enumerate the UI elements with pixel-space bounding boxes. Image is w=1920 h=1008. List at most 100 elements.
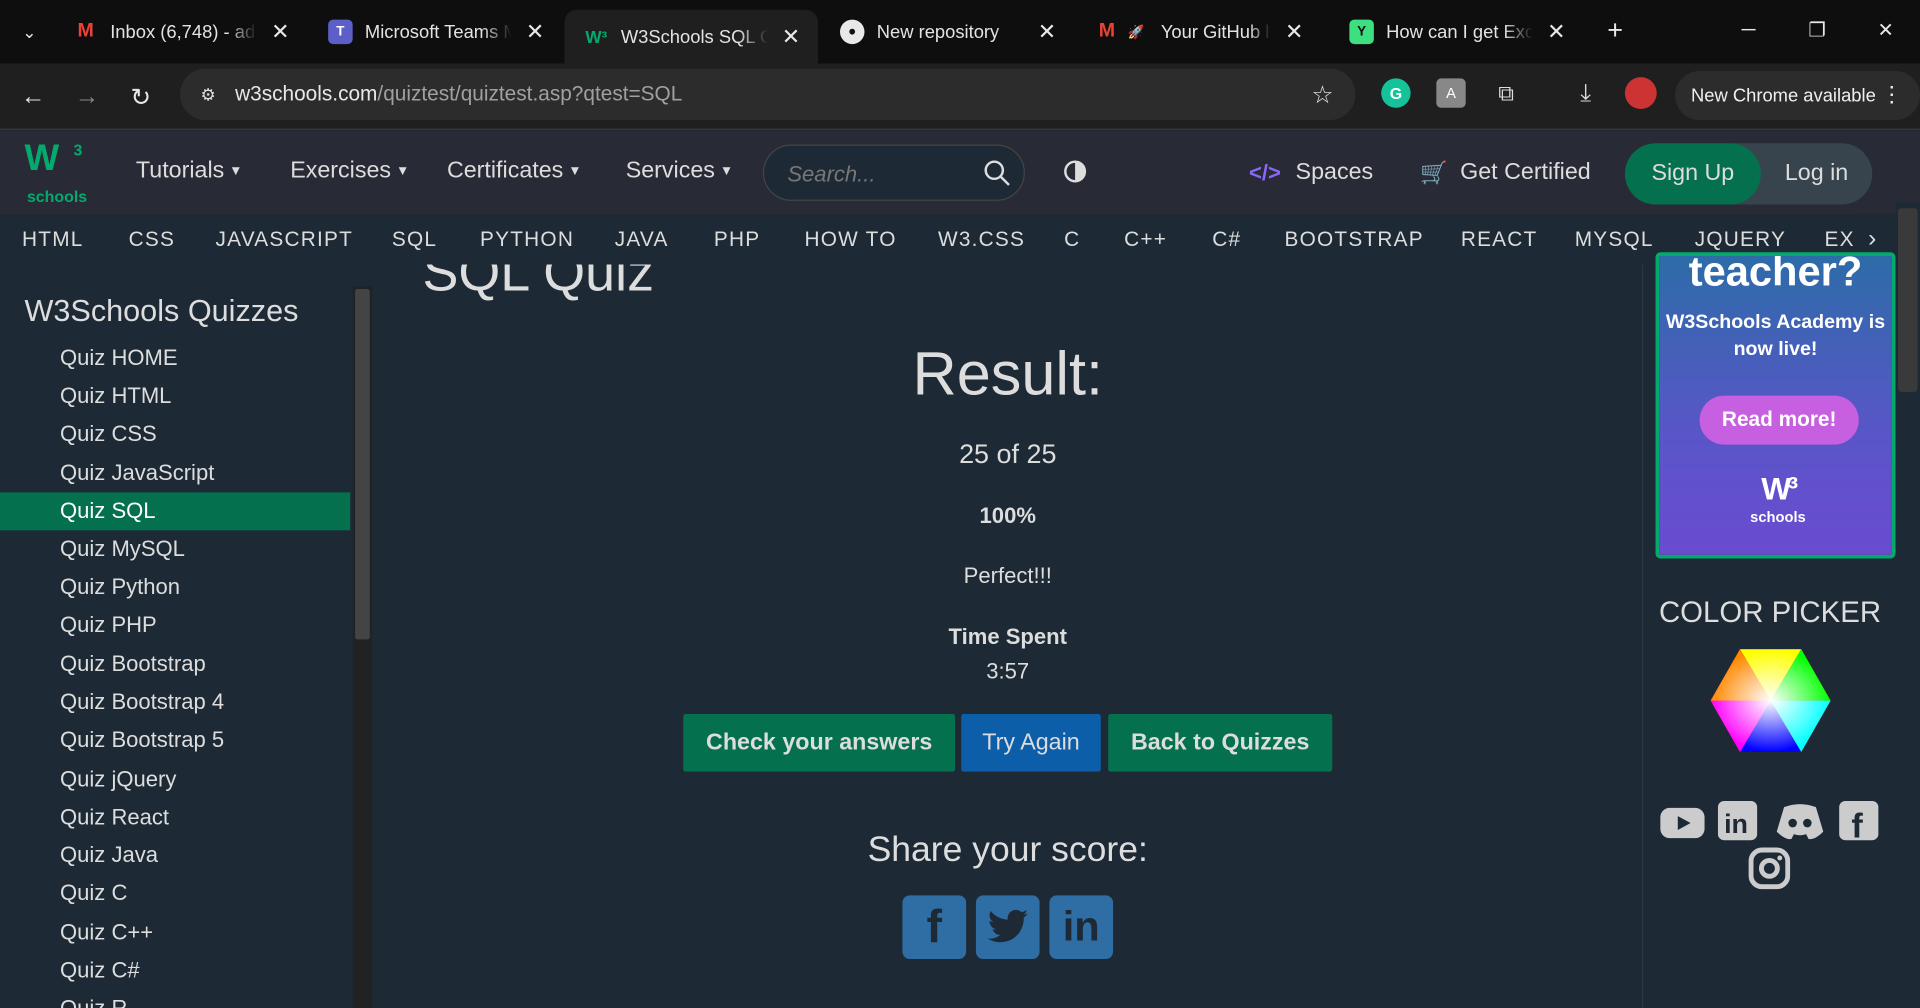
sidebar-item-quiz-javascript[interactable]: Quiz JavaScript xyxy=(0,454,350,492)
w3-logo-superscript: 3 xyxy=(73,140,83,160)
back-arrow-icon[interactable]: ← xyxy=(15,78,52,115)
subnav-w3css[interactable]: W3.CSS xyxy=(938,228,1025,252)
subnav-php[interactable]: PHP xyxy=(714,228,760,252)
subnav-more[interactable]: EX xyxy=(1824,228,1854,252)
tab-search-chevron-icon[interactable]: ⌄ xyxy=(12,15,46,49)
nav-services[interactable]: Services ▼ xyxy=(626,158,733,185)
sidebar-item-quiz-php[interactable]: Quiz PHP xyxy=(0,606,350,644)
browser-toolbar: ← → ↻ ⚙ w3schools.com/quiztest/quiztest.… xyxy=(0,63,1920,130)
subnav-c[interactable]: C xyxy=(1064,228,1080,252)
sidebar-item-quiz-r[interactable]: Quiz R xyxy=(0,990,350,1008)
linkedin-share-icon[interactable]: in xyxy=(1049,895,1114,960)
sign-up-button[interactable]: Sign Up xyxy=(1624,143,1761,205)
facebook-share-icon[interactable]: f xyxy=(902,895,967,960)
bookmark-star-icon[interactable]: ☆ xyxy=(1312,80,1334,111)
download-icon[interactable]: ⤓ xyxy=(1571,78,1600,107)
sidebar-item-quiz-home[interactable]: Quiz HOME xyxy=(0,339,350,377)
search-input[interactable]: Search... xyxy=(762,144,1025,201)
subnav-sql[interactable]: SQL xyxy=(392,228,437,252)
w3schools-academy-ad[interactable]: teacher? W3Schools Academy is now live! … xyxy=(1655,252,1896,559)
instagram-icon[interactable] xyxy=(1746,846,1793,890)
get-certified-link[interactable]: 🛒 Get Certified xyxy=(1420,159,1590,186)
address-bar[interactable]: ⚙ w3schools.com/quiztest/quiztest.asp?qt… xyxy=(180,68,1356,121)
browser-tab-w3schools[interactable]: W³ W3Schools SQL Qu ✕ xyxy=(564,9,818,64)
linkedin-icon[interactable]: in xyxy=(1714,799,1761,843)
sidebar-item-quiz-bootstrap5[interactable]: Quiz Bootstrap 5 xyxy=(0,721,350,759)
ad-heading: teacher? xyxy=(1688,252,1863,296)
new-chrome-available-button[interactable]: New Chrome available ⋮ xyxy=(1675,71,1920,121)
subnav-howto[interactable]: HOW TO xyxy=(804,228,896,252)
nav-exercises[interactable]: Exercises ▼ xyxy=(290,158,409,185)
subnav-mysql[interactable]: MYSQL xyxy=(1575,228,1654,252)
kebab-menu-icon[interactable]: ⋮ xyxy=(1881,82,1903,108)
sidebar-item-quiz-cpp[interactable]: Quiz C++ xyxy=(0,914,350,952)
browser-tab-github[interactable]: ● New repository ✕ xyxy=(820,10,1060,54)
sidebar-scrollbar[interactable] xyxy=(352,286,373,1008)
read-more-button[interactable]: Read more! xyxy=(1699,395,1859,445)
sidebar-item-quiz-css[interactable]: Quiz CSS xyxy=(0,415,350,453)
try-again-button[interactable]: Try Again xyxy=(961,714,1101,772)
w3schools-logo[interactable]: W 3 schools xyxy=(24,140,93,207)
browser-tab-yandex[interactable]: Y How can I get Exce ✕ xyxy=(1330,10,1570,54)
grammarly-icon[interactable]: G xyxy=(1381,78,1411,108)
twitter-share-icon[interactable] xyxy=(975,895,1040,960)
close-icon[interactable]: ✕ xyxy=(1281,18,1308,45)
discord-icon[interactable] xyxy=(1773,800,1827,844)
reload-icon[interactable]: ↻ xyxy=(122,78,159,115)
subnav-jquery[interactable]: JQUERY xyxy=(1695,228,1786,252)
subnav-python[interactable]: PYTHON xyxy=(480,228,574,252)
browser-tab-teams[interactable]: T Microsoft Teams M ✕ xyxy=(309,10,549,54)
window-close-icon[interactable]: ✕ xyxy=(1861,12,1910,49)
profile-avatar[interactable] xyxy=(1624,77,1657,110)
close-icon[interactable]: ✕ xyxy=(267,18,294,45)
minimize-icon[interactable]: ─ xyxy=(1724,12,1773,49)
close-icon[interactable]: ✕ xyxy=(778,23,805,50)
browser-tab-gmail[interactable]: M Inbox (6,748) - ade ✕ xyxy=(54,10,294,54)
sidebar-scroll-thumb[interactable] xyxy=(355,289,370,640)
subnav-css[interactable]: CSS xyxy=(129,228,175,252)
log-in-button[interactable]: Log in xyxy=(1761,143,1872,204)
extension-icon[interactable]: A xyxy=(1436,78,1466,108)
sidebar-item-quiz-bootstrap[interactable]: Quiz Bootstrap xyxy=(0,645,350,683)
browser-tab-gmail-github[interactable]: M 🚀 Your GitHub la ✕ xyxy=(1075,10,1308,54)
check-answers-button[interactable]: Check your answers xyxy=(683,714,956,772)
subnav-cpp[interactable]: C++ xyxy=(1124,228,1167,252)
extensions-puzzle-icon[interactable]: ⧉ xyxy=(1491,78,1520,107)
subnav-csharp[interactable]: C# xyxy=(1212,228,1241,252)
sidebar-item-quiz-html[interactable]: Quiz HTML xyxy=(0,377,350,415)
caret-down-icon: ▼ xyxy=(719,164,734,179)
back-to-quizzes-button[interactable]: Back to Quizzes xyxy=(1108,714,1333,772)
subnav-html[interactable]: HTML xyxy=(22,228,84,252)
sidebar-item-quiz-mysql[interactable]: Quiz MySQL xyxy=(0,530,350,568)
sidebar-item-quiz-c[interactable]: Quiz C xyxy=(0,874,350,912)
page-scroll-thumb[interactable] xyxy=(1897,208,1918,392)
sidebar-item-quiz-bootstrap4[interactable]: Quiz Bootstrap 4 xyxy=(0,683,350,721)
nav-certificates[interactable]: Certificates ▼ xyxy=(447,158,582,185)
site-settings-icon[interactable]: ⚙ xyxy=(195,81,222,108)
sidebar-item-quiz-jquery[interactable]: Quiz jQuery xyxy=(0,761,350,799)
sidebar-item-quiz-csharp[interactable]: Quiz C# xyxy=(0,952,350,990)
sidebar-item-quiz-python[interactable]: Quiz Python xyxy=(0,568,350,606)
color-picker-wheel-icon[interactable] xyxy=(1710,649,1831,753)
nav-tutorials[interactable]: Tutorials ▼ xyxy=(136,158,243,185)
sidebar-item-quiz-sql[interactable]: Quiz SQL xyxy=(0,492,351,531)
subnav-bootstrap[interactable]: BOOTSTRAP xyxy=(1284,228,1423,252)
subnav-javascript[interactable]: JAVASCRIPT xyxy=(216,228,354,252)
close-icon[interactable]: ✕ xyxy=(1543,18,1570,45)
new-tab-icon[interactable]: + xyxy=(1599,15,1631,47)
subnav-react[interactable]: REACT xyxy=(1461,228,1538,252)
forward-arrow-icon[interactable]: → xyxy=(69,78,106,115)
sidebar-item-quiz-java[interactable]: Quiz Java xyxy=(0,837,350,875)
ad-text: W3Schools Academy is now live! xyxy=(1665,312,1886,361)
close-icon[interactable]: ✕ xyxy=(1033,18,1060,45)
page-title: SQL Quiz xyxy=(422,264,655,303)
subnav-java[interactable]: JAVA xyxy=(615,228,669,252)
close-icon[interactable]: ✕ xyxy=(522,18,549,45)
sidebar-item-quiz-react[interactable]: Quiz React xyxy=(0,799,350,837)
restore-icon[interactable]: ❐ xyxy=(1793,12,1842,49)
spaces-link[interactable]: </> Spaces xyxy=(1249,159,1373,186)
search-icon[interactable] xyxy=(982,158,1011,187)
facebook-icon[interactable]: f xyxy=(1836,799,1883,843)
dark-mode-toggle-icon[interactable] xyxy=(1063,159,1087,183)
youtube-icon[interactable] xyxy=(1659,801,1706,845)
